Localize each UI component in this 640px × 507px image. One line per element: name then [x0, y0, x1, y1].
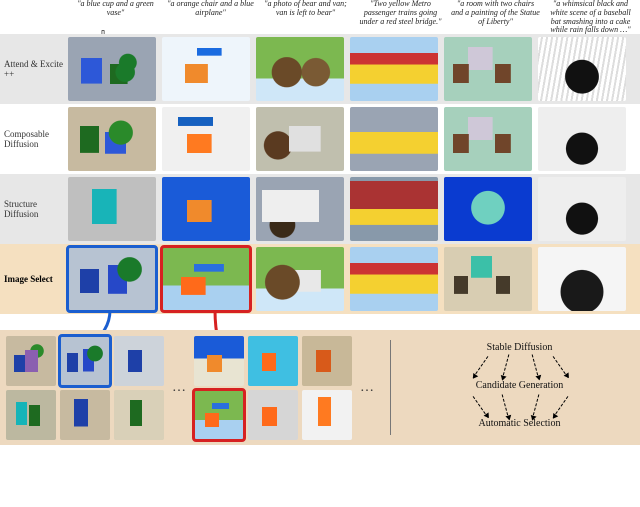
cand-b-0	[194, 336, 244, 386]
cand-b-1	[248, 336, 298, 386]
img-sd-2	[256, 177, 344, 241]
img-ae-4	[444, 37, 532, 101]
row-label: Composable Diffusion	[0, 129, 68, 150]
cells	[68, 177, 640, 241]
prompt-row: "a blue cup and a green vase" "a orange …	[68, 0, 638, 30]
prompt-5: "a whimsical black and white scene of a …	[543, 0, 638, 30]
separator-line	[390, 340, 391, 435]
img-is-2	[256, 247, 344, 311]
cand-a-2	[114, 336, 164, 386]
img-cd-1	[162, 107, 250, 171]
cand-b-3-selected	[194, 390, 244, 440]
cand-b-5	[302, 390, 352, 440]
candidate-area: … … Stable Diffusion Candidate Generatio…	[0, 330, 640, 445]
img-ae-3	[350, 37, 438, 101]
cells	[68, 37, 640, 101]
pipeline-diagram: Stable Diffusion Candidate Generation Au…	[405, 336, 634, 439]
cells	[68, 107, 640, 171]
figure-root: "a blue cup and a green vase" "a orange …	[0, 0, 640, 507]
cand-b-4	[248, 390, 298, 440]
cand-a-3	[6, 390, 56, 440]
img-cd-3	[350, 107, 438, 171]
prompt-4: "a room with two chairs and a painting o…	[448, 0, 543, 30]
row-structure: Structure Diffusion	[0, 174, 640, 244]
cand-a-4	[60, 390, 110, 440]
prompt-3: "Two yellow Metro passenger trains going…	[353, 0, 448, 30]
img-cd-0	[68, 107, 156, 171]
row-image-select: Image Select	[0, 244, 640, 314]
diagram-arrows	[450, 352, 590, 422]
img-sd-0	[68, 177, 156, 241]
ellipsis-1: …	[358, 380, 376, 396]
cand-a-1-selected	[60, 336, 110, 386]
img-ae-0	[68, 37, 156, 101]
img-ae-2	[256, 37, 344, 101]
img-is-3	[350, 247, 438, 311]
prompt-0: "a blue cup and a green vase"	[68, 0, 163, 30]
ellipsis-0: …	[170, 380, 188, 396]
row-composable: Composable Diffusion	[0, 104, 640, 174]
cand-a-0	[6, 336, 56, 386]
img-ae-5	[538, 37, 626, 101]
img-cd-4	[444, 107, 532, 171]
img-ae-1	[162, 37, 250, 101]
row-label: Attend & Excite ++	[0, 59, 68, 80]
row-label: Structure Diffusion	[0, 199, 68, 220]
img-is-1	[162, 247, 250, 311]
cells	[68, 247, 640, 311]
candidate-grid-1	[194, 336, 352, 440]
cand-b-2	[302, 336, 352, 386]
img-sd-1	[162, 177, 250, 241]
img-is-0	[68, 247, 156, 311]
img-is-4	[444, 247, 532, 311]
row-label: Image Select	[0, 274, 68, 284]
prompt-2: "a photo of bear and van; van is left to…	[258, 0, 353, 30]
row-attend-excite: Attend & Excite ++	[0, 34, 640, 104]
candidate-grid-0	[6, 336, 164, 440]
img-is-5	[538, 247, 626, 311]
img-sd-3	[350, 177, 438, 241]
rows-container: Attend & Excite ++ Composable Diffusion	[0, 34, 640, 314]
img-sd-5	[538, 177, 626, 241]
img-cd-5	[538, 107, 626, 171]
prompt-1: "a orange chair and a blue airplane"	[163, 0, 258, 30]
cand-a-5	[114, 390, 164, 440]
img-sd-4	[444, 177, 532, 241]
img-cd-2	[256, 107, 344, 171]
